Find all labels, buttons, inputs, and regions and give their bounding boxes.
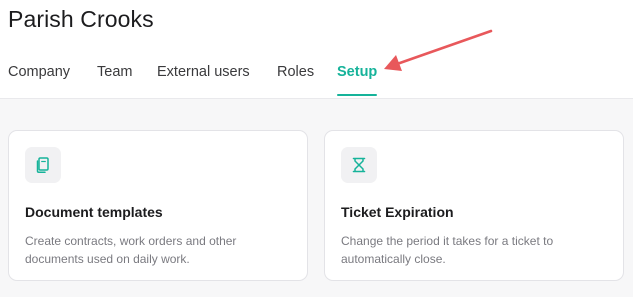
tab-roles[interactable]: Roles <box>277 63 314 81</box>
page-title: Parish Crooks <box>8 6 154 32</box>
tab-setup[interactable]: Setup <box>337 63 377 81</box>
card-description: Change the period it takes for a ticket … <box>341 234 554 266</box>
card-title: Document templates <box>25 204 163 220</box>
hourglass-icon <box>341 147 377 183</box>
ticket-expiration-card[interactable]: Ticket Expiration Change the period it t… <box>324 130 624 281</box>
tab-external-users[interactable]: External users <box>157 63 250 81</box>
card-title: Ticket Expiration <box>341 204 454 220</box>
active-tab-indicator <box>337 94 377 96</box>
page-header: Parish Crooks Company Team External user… <box>0 0 633 99</box>
document-templates-card[interactable]: Document templates Create contracts, wor… <box>8 130 308 281</box>
document-copy-icon <box>25 147 61 183</box>
tab-company[interactable]: Company <box>8 63 70 81</box>
tab-team[interactable]: Team <box>97 63 132 81</box>
card-description: Create contracts, work orders and other … <box>25 234 237 266</box>
